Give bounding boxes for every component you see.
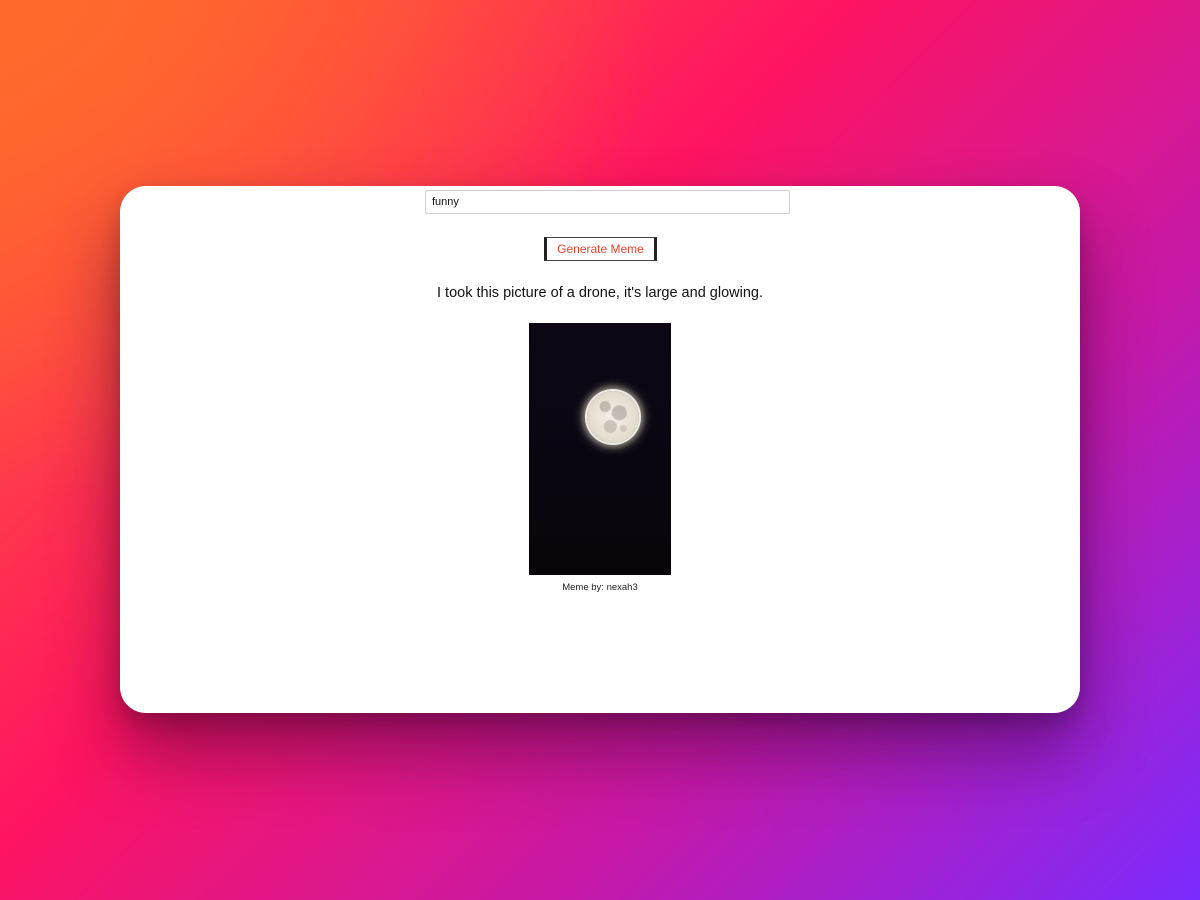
generate-meme-button[interactable]: Generate Meme <box>544 237 657 261</box>
meme-generator-card: Generate Meme I took this picture of a d… <box>120 186 1080 713</box>
meme-caption: I took this picture of a drone, it's lar… <box>437 285 763 301</box>
meme-author: Meme by: nexah3 <box>562 582 638 593</box>
moon-icon <box>587 391 639 443</box>
meme-image <box>529 323 671 575</box>
keyword-input[interactable] <box>425 190 790 214</box>
